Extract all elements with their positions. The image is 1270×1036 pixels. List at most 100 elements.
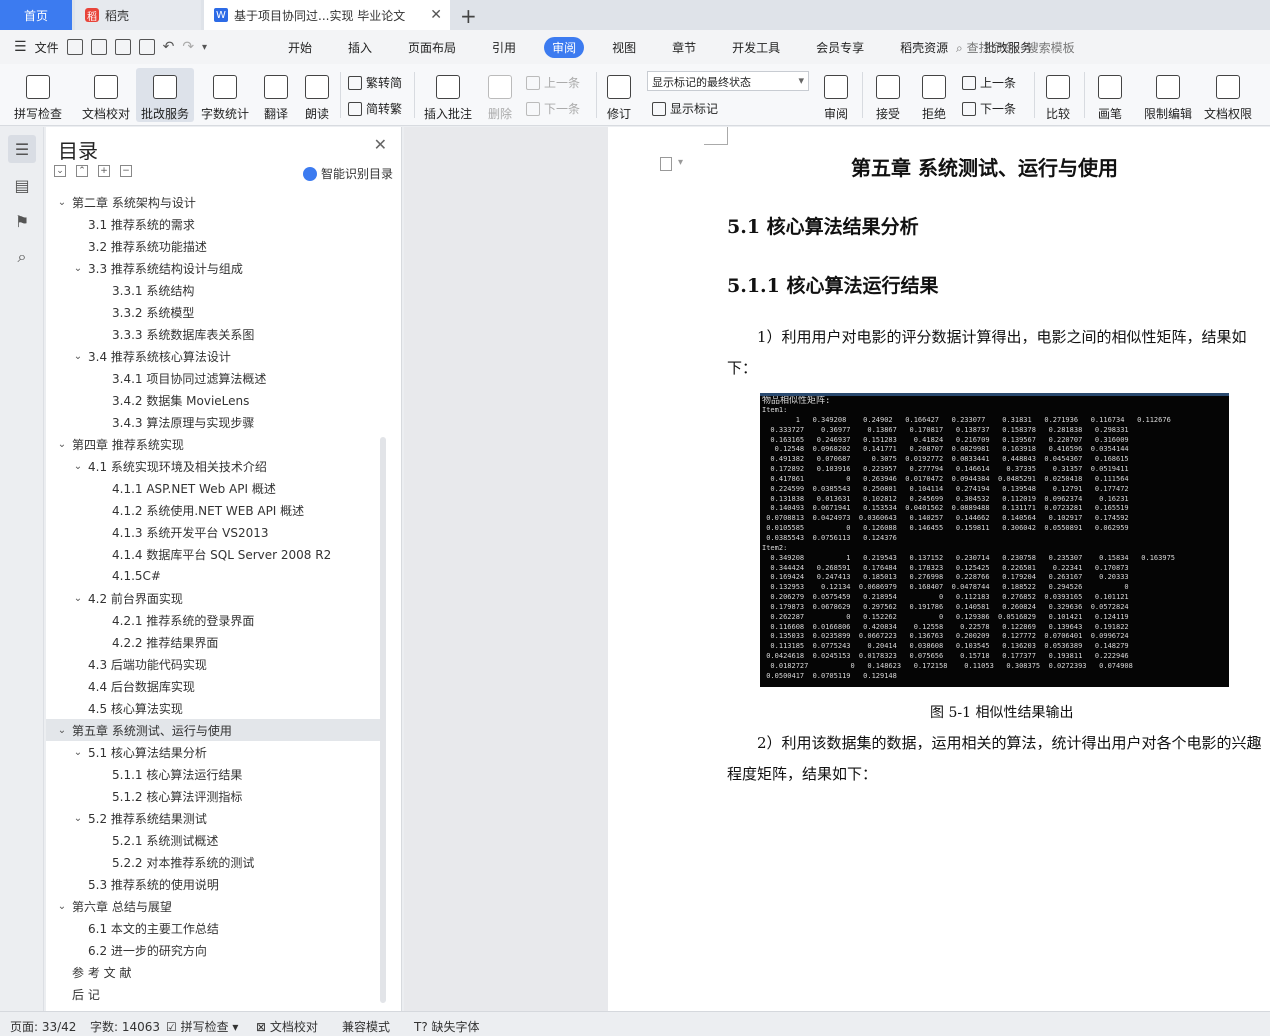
- chevron-down-icon[interactable]: ⌄: [72, 813, 84, 824]
- tab-page-layout[interactable]: 页面布局: [400, 37, 464, 58]
- to-traditional-button[interactable]: 繁转简: [348, 74, 402, 91]
- next-comment-button[interactable]: 下一条: [526, 100, 580, 117]
- toc-scrollbar[interactable]: [380, 437, 386, 1003]
- toc-item[interactable]: 4.1.1 ASP.NET Web API 概述: [46, 477, 380, 499]
- chevron-down-icon[interactable]: ▾: [678, 157, 683, 168]
- tab-references[interactable]: 引用: [484, 37, 524, 58]
- track-changes-button[interactable]: 修订: [600, 68, 638, 122]
- chevron-down-icon[interactable]: ⌄: [72, 461, 84, 472]
- page-indicator[interactable]: 页面: 33/42: [10, 1018, 76, 1035]
- tab-daoke-resources[interactable]: 稻壳资源: [892, 37, 956, 58]
- toc-item[interactable]: 3.3.3 系统数据库表关系图: [46, 323, 380, 345]
- toc-item[interactable]: ⌄ 第五章 系统测试、运行与使用: [46, 719, 380, 741]
- doc-proof-button[interactable]: 文档校对: [78, 68, 134, 122]
- undo-icon[interactable]: ↶: [163, 39, 175, 55]
- markup-display-select[interactable]: 显示标记的最终状态: [647, 71, 809, 91]
- restrict-edit-button[interactable]: 限制编辑: [1140, 68, 1196, 122]
- spell-check-button[interactable]: 拼写检查: [8, 68, 68, 122]
- show-markup-button[interactable]: 显示标记: [652, 100, 718, 117]
- chevron-down-icon[interactable]: ⌄: [56, 725, 68, 736]
- toc-item[interactable]: ⌄ 5.1 核心算法结果分析: [46, 741, 380, 763]
- print-icon[interactable]: [114, 39, 131, 55]
- close-tab-icon[interactable]: ✕: [430, 7, 442, 23]
- smart-toc-button[interactable]: 智能识别目录: [302, 165, 393, 182]
- bookmark-icon[interactable]: ⚑: [8, 207, 36, 235]
- chevron-down-icon[interactable]: ⌄: [56, 197, 68, 208]
- tab-chapter[interactable]: 章节: [664, 37, 704, 58]
- toc-item[interactable]: ⌄ 4.1 系统实现环境及相关技术介绍: [46, 455, 380, 477]
- chevron-down-icon[interactable]: ⌄: [72, 263, 84, 274]
- pen-button[interactable]: 画笔: [1090, 68, 1130, 122]
- toc-item[interactable]: 3.4.2 数据集 MovieLens: [46, 389, 380, 411]
- tab-daoke[interactable]: 稻 稻壳: [75, 0, 201, 30]
- correction-service-button[interactable]: 批改服务: [136, 68, 194, 122]
- toc-item[interactable]: 5.2.1 系统测试概述: [46, 829, 380, 851]
- doc-proof-status[interactable]: ⊠ 文档校对: [256, 1018, 318, 1035]
- toc-item[interactable]: 5.3 推荐系统的使用说明: [46, 873, 380, 895]
- toc-item[interactable]: ⌄ 3.4 推荐系统核心算法设计: [46, 345, 380, 367]
- chevron-down-icon[interactable]: ⌄: [56, 439, 68, 450]
- export-pdf-icon[interactable]: [90, 39, 107, 55]
- tab-home[interactable]: 首页: [0, 0, 72, 30]
- toc-item[interactable]: 4.3 后端功能代码实现: [46, 653, 380, 675]
- prev-change-button[interactable]: 上一条: [962, 74, 1016, 91]
- delete-comment-button[interactable]: 删除: [480, 68, 520, 122]
- toc-item[interactable]: 5.1.2 核心算法评测指标: [46, 785, 380, 807]
- chevron-down-icon[interactable]: ⌄: [56, 901, 68, 912]
- toc-item[interactable]: 3.1 推荐系统的需求: [46, 213, 380, 235]
- toc-item[interactable]: 参 考 文 献: [46, 961, 380, 983]
- translate-button[interactable]: 翻译: [256, 68, 296, 122]
- read-aloud-button[interactable]: 朗读: [300, 68, 334, 122]
- toc-item[interactable]: 6.2 进一步的研究方向: [46, 939, 380, 961]
- reject-button[interactable]: 拒绝: [914, 68, 954, 122]
- toc-item[interactable]: ⌄ 5.2 推荐系统结果测试: [46, 807, 380, 829]
- menu-file[interactable]: 文件: [35, 39, 59, 56]
- toc-item[interactable]: 4.2.2 推荐结果界面: [46, 631, 380, 653]
- toc-item[interactable]: 6.1 本文的主要工作总结: [46, 917, 380, 939]
- toc-item[interactable]: ⌄ 3.3 推荐系统结构设计与组成: [46, 257, 380, 279]
- tab-insert[interactable]: 插入: [340, 37, 380, 58]
- toc-item[interactable]: 4.1.4 数据库平台 SQL Server 2008 R2: [46, 543, 380, 565]
- command-search[interactable]: ⌕ 查找命令、搜索模板: [956, 39, 1075, 56]
- tab-document[interactable]: W 基于项目协同过...实现 毕业论文 ✕: [204, 0, 450, 30]
- toc-item[interactable]: 3.4.1 项目协同过滤算法概述: [46, 367, 380, 389]
- to-simplified-button[interactable]: 简转繁: [348, 100, 402, 117]
- toc-item[interactable]: ⌄ 第六章 总结与展望: [46, 895, 380, 917]
- toc-item[interactable]: 后 记: [46, 983, 380, 1005]
- paragraph-layout-icon[interactable]: [660, 157, 672, 171]
- missing-font-status[interactable]: T? 缺失字体: [414, 1018, 480, 1035]
- doc-rights-button[interactable]: 文档权限: [1200, 68, 1256, 122]
- tab-member[interactable]: 会员专享: [808, 37, 872, 58]
- toc-item[interactable]: 4.1.2 系统使用.NET WEB API 概述: [46, 499, 380, 521]
- toc-item[interactable]: 3.2 推荐系统功能描述: [46, 235, 380, 257]
- expand-level-icon[interactable]: ⌄: [54, 165, 66, 177]
- toc-item[interactable]: 5.2.2 对本推荐系统的测试: [46, 851, 380, 873]
- chevron-down-icon[interactable]: ⌄: [72, 593, 84, 604]
- toc-item[interactable]: 3.4.3 算法原理与实现步骤: [46, 411, 380, 433]
- word-count-status[interactable]: 字数: 14063: [90, 1018, 160, 1035]
- compare-button[interactable]: 比较: [1038, 68, 1078, 122]
- collapse-level-icon[interactable]: ⌃: [76, 165, 88, 177]
- redo-icon[interactable]: ↷: [182, 39, 194, 55]
- accept-button[interactable]: 接受: [868, 68, 908, 122]
- customize-toolbar-icon[interactable]: ▾: [202, 42, 207, 53]
- tab-view[interactable]: 视图: [604, 37, 644, 58]
- toc-item[interactable]: 4.2.1 推荐系统的登录界面: [46, 609, 380, 631]
- print-preview-icon[interactable]: [138, 39, 155, 55]
- toc-panel-icon[interactable]: ☰: [8, 135, 36, 163]
- chevron-down-icon[interactable]: ⌄: [72, 351, 84, 362]
- chevron-down-icon[interactable]: ⌄: [72, 747, 84, 758]
- tab-review[interactable]: 审阅: [544, 36, 585, 58]
- toc-item[interactable]: 4.5 核心算法实现: [46, 697, 380, 719]
- toc-item[interactable]: 4.1.5C#: [46, 565, 380, 587]
- insert-comment-button[interactable]: 插入批注: [420, 68, 476, 122]
- review-pane-button[interactable]: 审阅: [816, 68, 856, 122]
- toc-item[interactable]: 4.4 后台数据库实现: [46, 675, 380, 697]
- toc-item[interactable]: 3.3.1 系统结构: [46, 279, 380, 301]
- toc-item[interactable]: 3.3.2 系统模型: [46, 301, 380, 323]
- word-count-button[interactable]: 字数统计: [198, 68, 252, 122]
- tab-developer[interactable]: 开发工具: [724, 37, 788, 58]
- prev-comment-button[interactable]: 上一条: [526, 74, 580, 91]
- toc-item[interactable]: 4.1.3 系统开发平台 VS2013: [46, 521, 380, 543]
- toc-item[interactable]: 5.1.1 核心算法运行结果: [46, 763, 380, 785]
